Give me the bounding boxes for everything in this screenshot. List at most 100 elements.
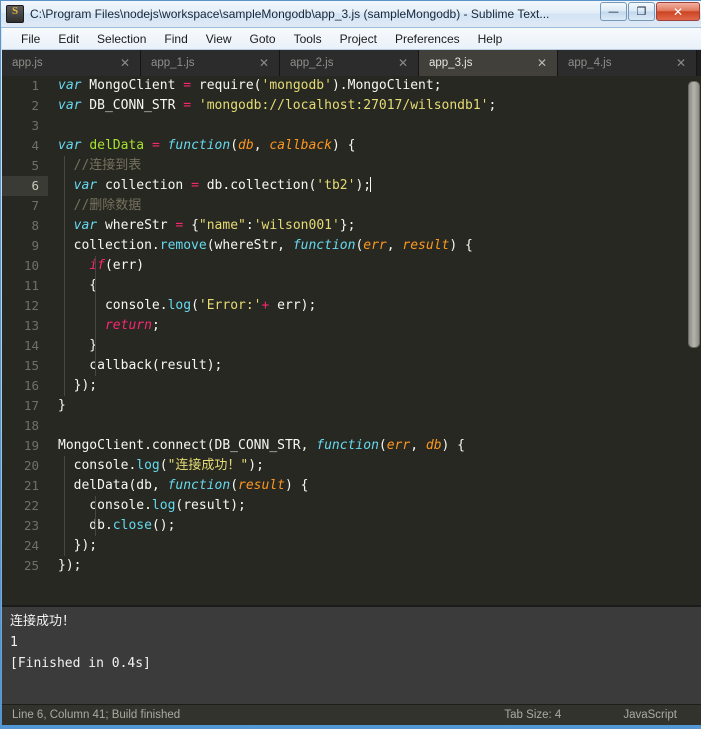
line-number: 8 <box>31 218 39 233</box>
code-line-22: console.log(result); <box>58 496 701 516</box>
code-line-5: //连接到表 <box>58 156 701 176</box>
menubar: File Edit Selection Find View Goto Tools… <box>2 28 701 50</box>
maximize-button[interactable]: ❐ <box>628 2 655 21</box>
code-line-21: delData(db, function(result) { <box>58 476 701 496</box>
line-number: 11 <box>23 278 39 293</box>
code-line-14: } <box>58 336 701 356</box>
code-line-9: collection.remove(whereStr, function(err… <box>58 236 701 256</box>
menu-item-find[interactable]: Find <box>155 30 196 48</box>
code-line-12: console.log('Error:'+ err); <box>58 296 701 316</box>
window-controls: — ❐ ✕ <box>600 2 700 21</box>
minimize-icon: — <box>608 5 619 18</box>
code-line-24: }); <box>58 536 701 556</box>
console-line: 1 <box>10 635 18 650</box>
tab-app-2-js[interactable]: app_2.js ✕ <box>280 50 419 76</box>
line-number: 25 <box>23 558 39 573</box>
titlebar: C:\Program Files\nodejs\workspace\sample… <box>1 1 701 28</box>
tab-app-4-js[interactable]: app_4.js ✕ <box>558 50 697 76</box>
menu-item-goto[interactable]: Goto <box>241 30 285 48</box>
minimize-button[interactable]: — <box>600 2 627 21</box>
tab-app-js[interactable]: app.js ✕ <box>2 50 141 76</box>
line-number: 12 <box>23 298 39 313</box>
code-content[interactable]: var MongoClient = require('mongodb').Mon… <box>48 76 701 605</box>
line-number: 23 <box>23 518 39 533</box>
code-line-10: if(err) <box>58 256 701 276</box>
line-number: 4 <box>31 138 39 153</box>
line-number: 20 <box>23 458 39 473</box>
status-language[interactable]: JavaScript <box>623 709 677 721</box>
line-number: 13 <box>23 318 39 333</box>
console-line: [Finished in 0.4s] <box>10 656 151 671</box>
tab-close-icon[interactable]: ✕ <box>259 57 269 69</box>
line-number: 18 <box>23 418 39 433</box>
code-line-19: MongoClient.connect(DB_CONN_STR, functio… <box>58 438 466 453</box>
code-line-2: var DB_CONN_STR = 'mongodb://localhost:2… <box>58 98 497 113</box>
tab-bar: app.js ✕ app_1.js ✕ app_2.js ✕ app_3.js … <box>2 50 701 76</box>
line-number: 10 <box>23 258 39 273</box>
line-number: 5 <box>31 158 39 173</box>
close-icon: ✕ <box>672 4 684 19</box>
tab-close-icon[interactable]: ✕ <box>120 57 130 69</box>
line-number-gutter: 1 2 3 4 5 6 7 8 9 10 11 12 13 14 15 16 1… <box>2 76 48 605</box>
tab-app-3-js[interactable]: app_3.js ✕ <box>419 50 558 76</box>
menu-item-view[interactable]: View <box>197 30 241 48</box>
line-number-current: 6 <box>2 176 48 196</box>
tab-label: app_1.js <box>151 57 195 69</box>
code-line-15: callback(result); <box>58 356 701 376</box>
line-number: 14 <box>23 338 39 353</box>
console-line: 连接成功！ <box>10 614 76 629</box>
menu-item-tools[interactable]: Tools <box>285 30 331 48</box>
line-number: 1 <box>31 78 39 93</box>
sublime-text-icon <box>6 5 24 23</box>
code-line-23: db.close(); <box>58 516 701 536</box>
line-number: 7 <box>31 198 39 213</box>
code-line-20: console.log("连接成功！"); <box>58 456 701 476</box>
tab-label: app_4.js <box>568 57 612 69</box>
code-line-7: //删除数据 <box>58 196 701 216</box>
menu-item-edit[interactable]: Edit <box>49 30 88 48</box>
line-number: 24 <box>23 538 39 553</box>
line-number: 2 <box>31 98 39 113</box>
code-line-16: }); <box>58 376 701 396</box>
status-tab-size[interactable]: Tab Size: 4 <box>504 709 561 721</box>
menu-item-selection[interactable]: Selection <box>88 30 155 48</box>
status-message: Line 6, Column 41; Build finished <box>12 709 181 721</box>
line-number: 22 <box>23 498 39 513</box>
code-editor[interactable]: 1 2 3 4 5 6 7 8 9 10 11 12 13 14 15 16 1… <box>2 76 701 605</box>
close-button[interactable]: ✕ <box>656 2 700 21</box>
status-right-group: Tab Size: 4 JavaScript <box>504 709 701 721</box>
code-line-25: }); <box>58 558 82 573</box>
tab-close-icon[interactable]: ✕ <box>676 57 686 69</box>
tab-app-1-js[interactable]: app_1.js ✕ <box>141 50 280 76</box>
tab-close-icon[interactable]: ✕ <box>398 57 408 69</box>
maximize-icon: ❐ <box>636 5 647 18</box>
status-bar: Line 6, Column 41; Build finished Tab Si… <box>2 704 701 725</box>
menu-item-help[interactable]: Help <box>469 30 512 48</box>
code-line-13: return; <box>58 316 701 336</box>
code-line-4: var delData = function(db, callback) { <box>58 138 356 153</box>
menu-item-file[interactable]: File <box>12 30 49 48</box>
code-line-1: var MongoClient = require('mongodb').Mon… <box>58 78 442 93</box>
code-line-6: var collection = db.collection('tb2'); <box>58 176 701 196</box>
line-number: 16 <box>23 378 39 393</box>
scrollbar-thumb[interactable] <box>688 81 700 348</box>
line-number: 15 <box>23 358 39 373</box>
line-number: 9 <box>31 238 39 253</box>
tab-label: app_3.js <box>429 57 473 69</box>
tab-close-icon[interactable]: ✕ <box>537 57 547 69</box>
build-output-panel[interactable]: 连接成功！ 1 [Finished in 0.4s] <box>2 605 701 704</box>
window-title: C:\Program Files\nodejs\workspace\sample… <box>30 7 550 21</box>
line-number: 21 <box>23 478 39 493</box>
code-line-8: var whereStr = {"name":'wilson001'}; <box>58 216 701 236</box>
line-number: 19 <box>23 438 39 453</box>
line-number: 3 <box>31 118 39 133</box>
tab-label: app_2.js <box>290 57 334 69</box>
tab-label: app.js <box>12 57 43 69</box>
code-line-17: } <box>58 398 66 413</box>
line-number: 17 <box>23 398 39 413</box>
menu-item-project[interactable]: Project <box>331 30 386 48</box>
editor-vertical-scrollbar[interactable] <box>685 76 701 605</box>
menu-item-preferences[interactable]: Preferences <box>386 30 469 48</box>
